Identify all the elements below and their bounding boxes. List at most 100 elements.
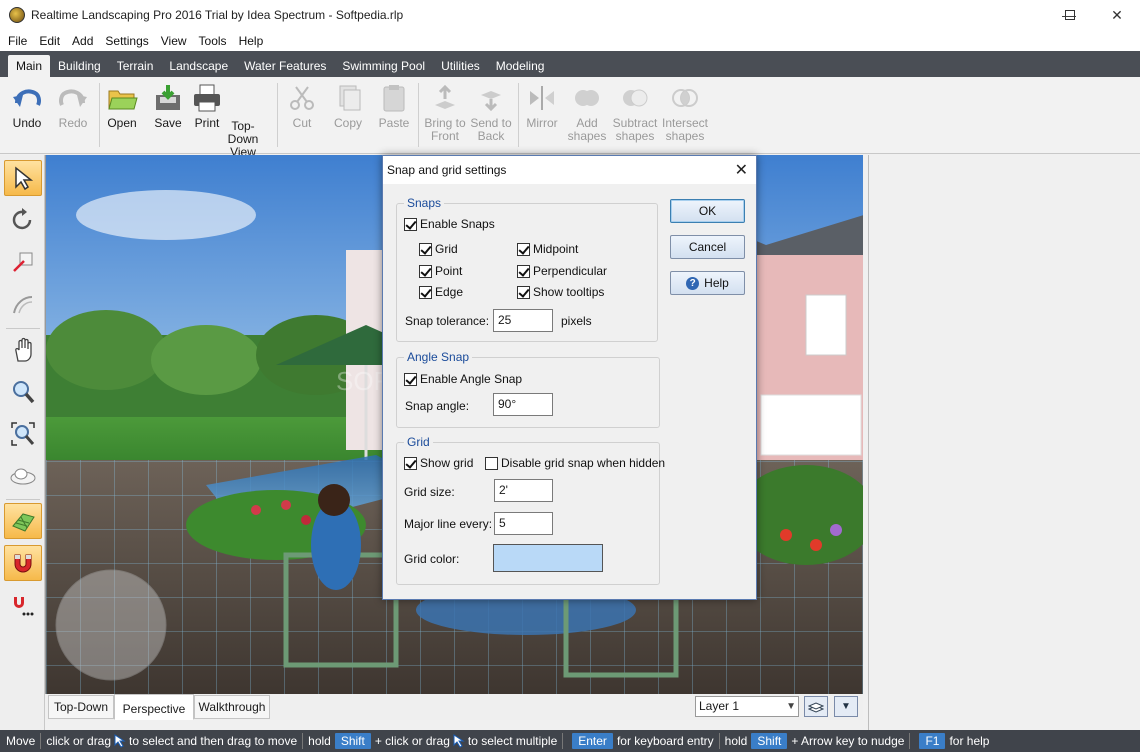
checkbox-label: Enable Angle Snap [420,372,523,386]
add-shapes-label: Add shapes [567,116,607,143]
grid-color-picker[interactable] [493,544,603,572]
ok-button[interactable]: OK [670,199,745,223]
help-button[interactable]: ? Help [670,271,745,295]
add-shapes-button[interactable]: Add shapes [562,83,612,143]
curve-icon [13,296,33,314]
snap-tool[interactable] [4,545,42,581]
layer-dropdown[interactable]: Layer 1 ▼ [695,696,799,717]
send-to-back-button[interactable]: Send to Back [466,83,516,143]
checkbox-label: Grid [435,242,458,256]
cancel-button[interactable]: Cancel [670,235,745,259]
layers-icon [808,701,824,713]
help-icon: ? [686,276,700,290]
key-enter-badge: Enter [572,733,613,749]
snap-grid-checkbox[interactable]: Grid [419,242,458,256]
tool-palette [0,155,45,730]
menu-help[interactable]: Help [233,34,270,48]
cloud-tool[interactable] [4,458,42,494]
subtract-shapes-button[interactable]: Subtract shapes [610,83,660,143]
snap-edge-checkbox[interactable]: Edge [419,285,463,299]
top-down-view-button[interactable]: Top-Down View [218,120,259,159]
tab-modeling[interactable]: Modeling [488,55,553,77]
checkbox-label: Enable Snaps [420,217,495,231]
undo-button[interactable]: Undo [2,83,52,130]
bring-to-front-button[interactable]: Bring to Front [420,83,470,143]
tab-landscape[interactable]: Landscape [161,55,236,77]
tab-utilities[interactable]: Utilities [433,55,488,77]
checkbox-box [517,264,530,278]
open-button[interactable]: Open [97,83,147,130]
snap-tolerance-input[interactable]: 25 [493,309,553,332]
measure-tool[interactable] [4,244,42,280]
copy-button[interactable]: Copy [323,83,373,130]
angle-snap-group: Angle Snap [396,350,660,428]
select-tool[interactable] [4,160,42,196]
snap-perpendicular-checkbox[interactable]: Perpendicular [517,264,607,278]
show-grid-checkbox[interactable]: Show grid [404,456,473,470]
menu-edit[interactable]: Edit [33,34,66,48]
show-tooltips-checkbox[interactable]: Show tooltips [517,285,604,299]
cut-button[interactable]: Cut [277,83,327,130]
tab-building[interactable]: Building [50,55,109,77]
snap-tolerance-label: Snap tolerance: [405,314,490,328]
copy-icon [339,85,361,111]
key-f1-badge: F1 [919,733,946,749]
tab-swimming-pool[interactable]: Swimming Pool [334,55,433,77]
snap-angle-input[interactable]: 90° [493,393,553,416]
enable-snaps-checkbox[interactable]: Enable Snaps [404,217,495,231]
menu-settings[interactable]: Settings [99,34,154,48]
tab-terrain[interactable]: Terrain [109,55,162,77]
checkbox-label: Edge [435,285,464,299]
send-to-back-label: Send to Back [470,116,512,143]
menu-file[interactable]: File [2,34,33,48]
menu-tools[interactable]: Tools [193,34,233,48]
paste-button[interactable]: Paste [369,83,419,130]
bring-to-front-label: Bring to Front [424,116,466,143]
snap-point-checkbox[interactable]: Point [419,264,462,278]
paste-icon [383,85,405,112]
close-icon[interactable]: ✕ [735,160,748,180]
tab-top-down[interactable]: Top-Down [48,695,114,719]
enable-angle-snap-checkbox[interactable]: Enable Angle Snap [404,372,522,386]
app-icon [9,7,25,23]
layer-options-button[interactable]: ▼ [834,696,858,717]
intersect-shapes-icon [672,89,698,107]
menu-view[interactable]: View [155,34,193,48]
intersect-shapes-button[interactable]: Intersect shapes [660,83,710,143]
redo-button[interactable]: Redo [48,83,98,130]
tab-walkthrough[interactable]: Walkthrough [194,695,270,719]
snap-midpoint-checkbox[interactable]: Midpoint [517,242,578,256]
grid-size-input[interactable]: 2' [494,479,553,502]
checkbox-label: Perpendicular [533,264,608,278]
layer-manager-button[interactable] [804,696,828,717]
grid-toggle-tool[interactable] [4,503,42,539]
curve-tool[interactable] [4,286,42,322]
pan-tool[interactable] [4,332,42,368]
grid-toggle-icon [12,513,35,532]
maximize-icon[interactable] [1047,0,1093,30]
grid-legend: Grid [407,435,430,449]
zoom-tool[interactable] [4,374,42,410]
disable-grid-snap-hidden-checkbox[interactable]: Disable grid snap when hidden [485,456,665,470]
checkbox-label: Midpoint [533,242,579,256]
key-shift-badge: Shift [334,733,371,749]
menu-add[interactable]: Add [66,34,99,48]
help-label: Help [704,276,729,290]
mirror-button[interactable]: Mirror [517,83,567,130]
checkbox-label: Point [435,264,463,278]
rotate-tool[interactable] [4,202,42,238]
tab-water-features[interactable]: Water Features [236,55,334,77]
snap-settings-tool[interactable] [4,588,42,624]
mirror-label: Mirror [526,116,558,130]
zoom-extents-icon [11,422,35,446]
title-bar: Realtime Landscaping Pro 2016 Trial by I… [0,0,1140,30]
tab-perspective[interactable]: Perspective [114,694,194,720]
close-icon[interactable]: ✕ [1094,0,1140,30]
zoom-extents-tool[interactable] [4,416,42,452]
major-line-input[interactable]: 5 [494,512,553,535]
copy-label: Copy [333,116,362,130]
checkbox-box [419,242,432,256]
checkbox-box [404,456,417,470]
tab-main[interactable]: Main [8,55,51,77]
checkbox-box [485,456,498,470]
